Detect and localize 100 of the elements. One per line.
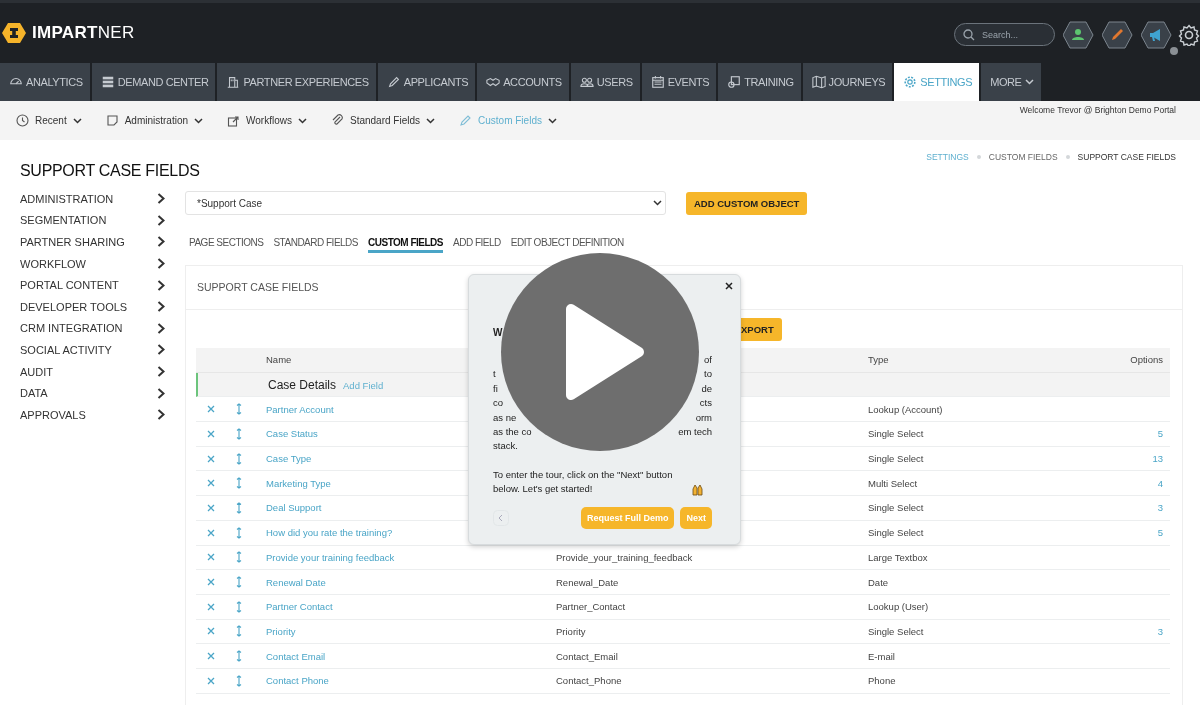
menu-item[interactable]: Administration [105,114,204,127]
column-header: Options [1129,354,1164,366]
menu-item[interactable]: Standard Fields [331,114,436,127]
table-cell: Provide_your_training_feedback [556,551,693,563]
drag-handle-icon[interactable] [236,403,242,416]
delete-icon[interactable] [206,602,215,611]
delete-icon[interactable] [206,503,215,512]
tab[interactable]: ADD FIELD [453,237,501,253]
building-icon [226,75,241,89]
menu-item[interactable]: Workflows [227,114,307,127]
settings-icon[interactable] [1178,23,1200,46]
chevron-right-icon [157,409,165,421]
drag-handle-icon[interactable] [236,526,242,539]
drag-handle-icon[interactable] [236,551,242,564]
drag-handle-icon[interactable] [236,501,242,514]
chevron-right-icon [157,301,165,313]
table-cell: Lookup (Account) [868,403,943,415]
tab[interactable]: PAGE SECTIONS [189,237,264,253]
group-title: Case Details [268,377,337,392]
table-cell: Lookup (User) [868,601,929,613]
sidebar-item[interactable]: AUDIT [20,365,53,378]
nav-tab[interactable]: EVENTS [641,63,717,101]
delete-icon[interactable] [206,676,215,685]
table-cell: E-mail [868,650,895,662]
chevron-right-icon [157,236,165,248]
delete-icon[interactable] [206,627,215,636]
popup-text: of [704,353,712,367]
chevron-right-icon [157,366,165,378]
delete-icon[interactable] [206,578,215,587]
sidebar-item[interactable]: PORTAL CONTENT [20,279,119,292]
breadcrumb-item: CUSTOM FIELDS [988,152,1058,162]
table-cell: Single Select [868,625,924,637]
megaphone-icon[interactable] [1141,20,1172,49]
sidebar-item[interactable]: SOCIAL ACTIVITY [20,343,112,356]
caret-icon [298,117,307,124]
menu-item[interactable]: Recent [16,114,82,127]
nav-tab[interactable]: JOURNEYS [802,63,893,101]
drag-handle-icon[interactable] [236,477,242,490]
nav-tab[interactable]: MORE [981,63,1041,101]
drag-handle-icon[interactable] [236,600,242,613]
chevron-right-icon [157,279,165,291]
map-icon [811,75,826,89]
nav-tab[interactable]: TRAINING [718,63,801,101]
table-cell: Single Select [868,428,924,440]
nav-tab[interactable]: USERS [570,63,640,101]
welcome-text: Welcome Trevor @ Brighton Demo Portal [1019,104,1177,115]
close-icon[interactable] [725,282,733,290]
popup-text: orm [695,410,712,425]
sidebar-item[interactable]: ADMINISTRATION [20,192,114,205]
raised-hands-icon [691,482,704,496]
nav-tab[interactable]: APPLICANTS [377,63,476,101]
drag-handle-icon[interactable] [236,674,242,687]
sidebar-item[interactable]: DATA [20,387,48,400]
nav-tab[interactable]: PARTNER EXPERIENCES [217,63,376,101]
share-icon [227,114,241,127]
delete-icon[interactable] [206,528,215,537]
nav-tab[interactable]: DEMAND CENTER [91,63,216,101]
add-custom-object-button[interactable]: ADD CUSTOM OBJECT [686,191,808,215]
pencil-icon[interactable] [1102,20,1133,49]
drag-handle-icon[interactable] [236,576,242,589]
popup-text: To enter the tour, click on the "Next" button below. Let's get started! [493,467,674,497]
pencil-icon [459,114,473,127]
delete-icon[interactable] [206,454,215,463]
tab[interactable]: CUSTOM FIELDS [368,237,443,253]
calendar-icon [650,75,665,89]
caret-icon [426,117,436,124]
sidebar-item[interactable]: SEGMENTATION [20,214,107,227]
search-field[interactable]: Search... [954,23,1055,46]
tab[interactable]: STANDARD FIELDS [273,237,358,253]
drag-handle-icon[interactable] [236,427,242,440]
popup-text: to [704,367,712,382]
delete-icon[interactable] [206,405,215,414]
tab[interactable]: EDIT OBJECT DEFINITION [510,237,624,253]
sidebar-item[interactable]: PARTNER SHARING [20,236,125,248]
settings-icon [903,75,918,89]
popup-text: as the co [493,424,532,439]
delete-icon[interactable] [206,429,215,438]
sidebar-item[interactable]: APPROVALS [20,408,86,421]
page-title: SUPPORT CASE FIELDS [20,162,200,180]
nav-tab[interactable]: ANALYTICS [0,63,90,101]
sidebar-item[interactable]: CRM INTEGRATION [20,322,123,335]
popup-text: fi [493,381,498,396]
breadcrumb-item: SUPPORT CASE FIELDS [1077,152,1176,162]
column-header: Name [265,354,293,366]
drag-handle-icon[interactable] [236,625,242,638]
object-select[interactable]: *Support Case [185,191,666,215]
popup-title: W [493,327,504,340]
table-cell: Single Select [868,527,924,539]
drag-handle-icon[interactable] [236,650,242,663]
delete-icon[interactable] [206,479,215,488]
delete-icon[interactable] [206,652,215,661]
drag-handle-icon[interactable] [236,452,242,465]
delete-icon[interactable] [206,553,215,562]
nav-tab[interactable]: ACCOUNTS [477,63,569,101]
sidebar-item[interactable]: DEVELOPER TOOLS [20,300,128,313]
search-icon [963,29,975,41]
stack-icon [100,75,115,89]
user-icon[interactable] [1063,20,1094,49]
table-cell: Single Select [868,453,924,465]
sidebar-item[interactable]: WORKFLOW [20,257,86,270]
